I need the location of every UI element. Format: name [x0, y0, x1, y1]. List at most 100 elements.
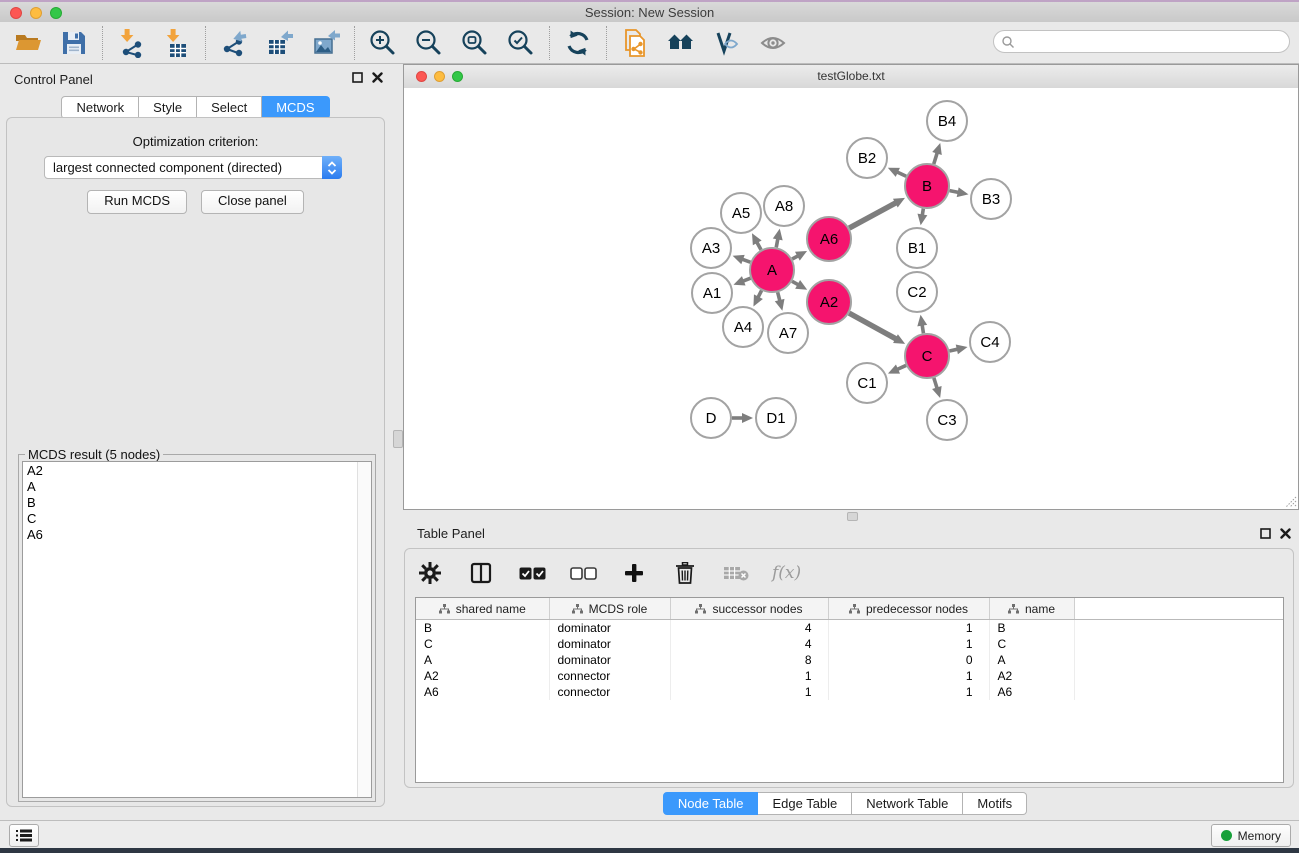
table-row[interactable]: A2connector11A2 [416, 668, 1283, 684]
table-cell[interactable]: C [989, 636, 1074, 652]
float-panel-icon[interactable] [1260, 528, 1271, 539]
network-graph[interactable]: B4B2BB3A8A5A6A3B1AC2A1A2A4A7C4CC1DD1C3 [404, 88, 1298, 509]
table-settings-gear-icon[interactable] [415, 558, 445, 588]
mcds-result-item[interactable]: A [23, 479, 357, 495]
tab-node-table[interactable]: Node Table [663, 792, 759, 815]
refresh-icon[interactable] [563, 28, 593, 58]
search-input[interactable] [1015, 32, 1289, 52]
table-cell[interactable]: dominator [549, 620, 670, 637]
arrowhead-icon [957, 187, 969, 197]
memory-button[interactable]: Memory [1211, 824, 1291, 847]
column-header-MCDS-role[interactable]: MCDS role [549, 598, 670, 620]
table-row[interactable]: Cdominator41C [416, 636, 1283, 652]
table-cell[interactable]: A2 [416, 668, 549, 684]
clone-network-icon[interactable] [620, 28, 650, 58]
tab-motifs[interactable]: Motifs [963, 792, 1027, 815]
zoom-selected-icon[interactable] [506, 28, 536, 58]
table-row[interactable]: Bdominator41B [416, 620, 1283, 637]
export-image-icon[interactable] [311, 28, 341, 58]
table-cell[interactable]: 1 [670, 668, 828, 684]
node-table[interactable]: shared nameMCDS rolesuccessor nodesprede… [415, 597, 1284, 783]
tab-mcds[interactable]: MCDS [262, 96, 329, 119]
table-cell[interactable]: dominator [549, 636, 670, 652]
table-cell[interactable]: 4 [670, 636, 828, 652]
mcds-result-item[interactable]: A2 [23, 463, 357, 479]
table-row[interactable]: Adominator80A [416, 652, 1283, 668]
network-window-titlebar[interactable]: testGlobe.txt [404, 65, 1298, 89]
tab-network[interactable]: Network [61, 96, 139, 119]
table-row[interactable]: A6connector11A6 [416, 684, 1283, 700]
node-label: B [922, 178, 932, 195]
delete-column-trash-icon[interactable] [670, 558, 700, 588]
zoom-fit-icon[interactable] [460, 28, 490, 58]
save-session-icon[interactable] [59, 28, 89, 58]
table-cell[interactable]: 1 [828, 620, 989, 637]
tab-edge-table[interactable]: Edge Table [758, 792, 852, 815]
column-header-successor-nodes[interactable]: successor nodes [670, 598, 828, 620]
column-header-name[interactable]: name [989, 598, 1074, 620]
float-panel-icon[interactable] [352, 72, 363, 83]
export-table-icon[interactable] [265, 28, 295, 58]
zoom-out-icon[interactable] [414, 28, 444, 58]
table-cell[interactable]: 1 [670, 684, 828, 700]
search-icon [1001, 35, 1015, 49]
table-cell[interactable]: connector [549, 668, 670, 684]
show-column-panel-icon[interactable] [466, 558, 496, 588]
horizontal-splitter[interactable] [403, 510, 1299, 520]
select-all-columns-icon[interactable] [517, 558, 547, 588]
task-history-button[interactable] [9, 824, 39, 847]
mcds-result-item[interactable]: B [23, 495, 357, 511]
mcds-result-item[interactable]: A6 [23, 527, 357, 543]
table-cell[interactable]: 1 [828, 636, 989, 652]
table-cell[interactable]: 1 [828, 684, 989, 700]
table-cell[interactable]: 0 [828, 652, 989, 668]
close-panel-icon[interactable] [1280, 528, 1291, 539]
node-label: C2 [907, 284, 926, 301]
edge-A6-B[interactable] [849, 202, 897, 228]
close-panel-button[interactable]: Close panel [201, 190, 304, 214]
search-field[interactable] [993, 30, 1290, 53]
edge-A2-C[interactable] [849, 313, 897, 339]
column-header-shared-name[interactable]: shared name [416, 598, 549, 620]
splitter-grip[interactable] [393, 430, 403, 448]
zoom-in-icon[interactable] [368, 28, 398, 58]
mcds-result-item[interactable]: C [23, 511, 357, 527]
table-cell[interactable]: B [989, 620, 1074, 637]
open-file-icon[interactable] [13, 28, 43, 58]
table-cell[interactable]: C [416, 636, 549, 652]
network-canvas[interactable]: B4B2BB3A8A5A6A3B1AC2A1A2A4A7C4CC1DD1C3 [404, 88, 1298, 509]
result-list-scrollbar[interactable] [357, 462, 371, 797]
run-mcds-button[interactable]: Run MCDS [87, 190, 187, 214]
first-neighbors-icon[interactable] [666, 28, 696, 58]
table-cell[interactable]: A6 [416, 684, 549, 700]
delete-table-icon[interactable] [721, 558, 751, 588]
tab-network-table[interactable]: Network Table [852, 792, 963, 815]
show-all-icon[interactable] [758, 28, 788, 58]
mcds-result-list[interactable]: A2ABCA6 [22, 461, 372, 798]
table-cell[interactable]: A [416, 652, 549, 668]
table-cell[interactable]: A6 [989, 684, 1074, 700]
table-cell[interactable]: connector [549, 684, 670, 700]
table-cell[interactable]: 8 [670, 652, 828, 668]
network-view-window: testGlobe.txt B4B2BB3A8A5A6A3B1AC2A1A2A4… [403, 64, 1299, 510]
close-panel-icon[interactable] [372, 72, 383, 83]
resize-grip-icon[interactable] [1284, 495, 1297, 508]
main-toolbar [0, 22, 1299, 64]
create-column-plus-icon[interactable] [619, 558, 649, 588]
hide-selected-icon[interactable] [712, 28, 742, 58]
function-builder-icon[interactable]: f(x) [772, 563, 801, 583]
column-header-predecessor-nodes[interactable]: predecessor nodes [828, 598, 989, 620]
table-cell[interactable]: 4 [670, 620, 828, 637]
export-network-icon[interactable] [219, 28, 249, 58]
criterion-dropdown[interactable]: largest connected component (directed) [44, 156, 342, 179]
import-network-icon[interactable] [116, 28, 146, 58]
table-cell[interactable]: 1 [828, 668, 989, 684]
tab-select[interactable]: Select [197, 96, 262, 119]
tab-style[interactable]: Style [139, 96, 197, 119]
table-cell[interactable]: A2 [989, 668, 1074, 684]
table-cell[interactable]: A [989, 652, 1074, 668]
unselect-all-columns-icon[interactable] [568, 558, 598, 588]
table-cell[interactable]: B [416, 620, 549, 637]
import-table-icon[interactable] [162, 28, 192, 58]
table-cell[interactable]: dominator [549, 652, 670, 668]
